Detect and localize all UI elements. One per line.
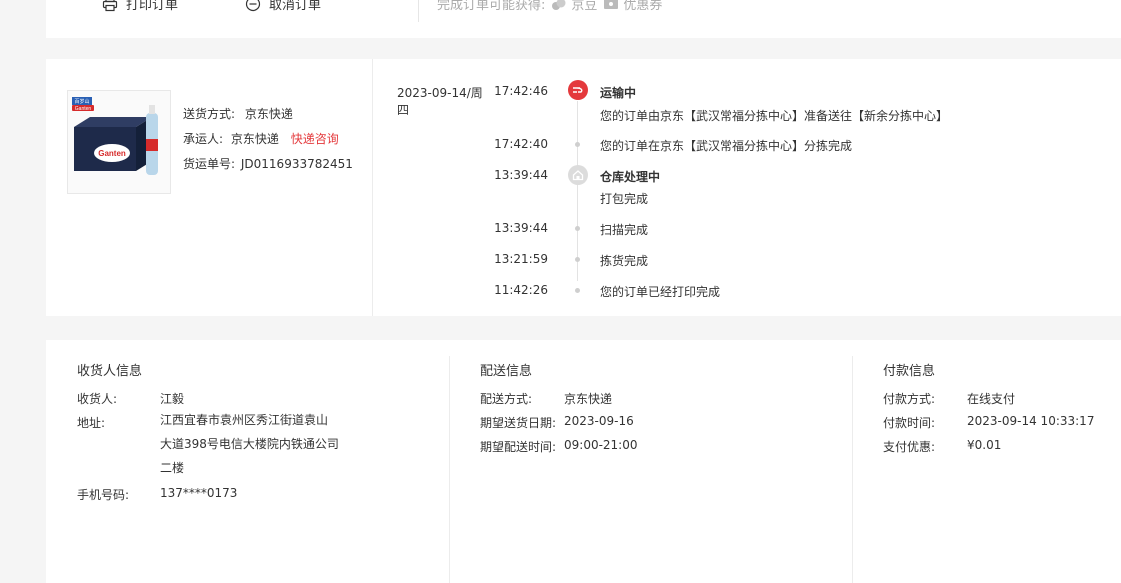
carrier-value: 京东快递	[230, 132, 279, 146]
carrier-row: 承运人: 京东快递 快递咨询	[183, 130, 339, 147]
print-order-label: 打印订单	[126, 0, 179, 13]
delivery-method-label: 配送方式:	[480, 392, 533, 406]
jingdou-icon	[552, 0, 566, 10]
rewards-info: 完成订单可能获得: 京豆 优惠券	[437, 0, 662, 13]
express-consult-link[interactable]: 快递咨询	[291, 132, 339, 146]
phone-label: 手机号码:	[77, 488, 130, 502]
tracking-time: 13:39:44	[494, 221, 548, 235]
print-order-button[interactable]: 打印订单	[102, 0, 178, 13]
printer-icon	[102, 0, 118, 12]
receiver-section-title: 收货人信息	[77, 364, 143, 379]
tracking-event-desc: 打包完成	[600, 192, 649, 206]
timeline-line	[577, 101, 578, 281]
tracking-time: 17:42:40	[494, 137, 548, 151]
product-brand: 百岁山	[74, 98, 89, 105]
logistics-divider	[372, 59, 373, 316]
payment-time-label: 付款时间:	[883, 416, 936, 430]
tracking-status-title: 仓库处理中	[600, 170, 661, 184]
address-line: 二楼	[160, 461, 185, 475]
delivery-date-value: 2023-09-16	[564, 414, 634, 428]
tracking-number-row: 货运单号: JD0116933782451	[183, 155, 353, 172]
minus-circle-icon	[245, 0, 261, 12]
receiver-name-label: 收货人:	[77, 392, 118, 406]
divider	[418, 0, 419, 22]
rewards-label: 完成订单可能获得:	[437, 0, 546, 13]
phone-value: 137****0173	[160, 486, 238, 500]
carrier-label: 承运人:	[183, 132, 224, 146]
cancel-order-label: 取消订单	[269, 0, 322, 13]
tracking-number-label: 货运单号:	[183, 157, 236, 171]
address-label: 地址:	[77, 416, 106, 430]
payment-section-title: 付款信息	[883, 364, 936, 379]
product-brand-latin-logo: Ganten	[75, 106, 92, 112]
address-line: 大道398号电信大楼院内铁通公司	[160, 437, 339, 451]
tracking-time: 17:42:46	[494, 84, 548, 98]
logistics-card: Ganten 百岁山 Ganten 送货方式: 京东快递 承运人: 京东快递 快…	[46, 59, 1121, 316]
timeline-dot	[575, 257, 580, 262]
address-value: 江西宜春市袁州区秀江街道袁山 大道398号电信大楼院内铁通公司 二楼	[160, 408, 339, 480]
receiver-name-value: 江毅	[160, 392, 185, 406]
coupon-label: 优惠券	[623, 0, 663, 13]
payment-method-label: 付款方式:	[883, 392, 936, 406]
tracking-event-desc: 您的订单由京东【武汉常福分拣中心】准备送往【新余分拣中心】	[600, 109, 949, 123]
product-image[interactable]: Ganten 百岁山 Ganten	[67, 90, 171, 194]
delivery-date-label: 期望送货日期:	[480, 416, 557, 430]
tracking-event-desc: 扫描完成	[600, 223, 649, 237]
timeline-dot	[575, 226, 580, 231]
timeline-dot	[575, 288, 580, 293]
info-divider	[449, 356, 450, 583]
jingdou-reward: 京豆	[551, 0, 597, 13]
timeline-dot	[575, 142, 580, 147]
tracking-time: 13:21:59	[494, 252, 548, 266]
payment-time-value: 2023-09-14 10:33:17	[967, 414, 1095, 428]
tracking-event-desc: 您的订单在京东【武汉常福分拣中心】分拣完成	[600, 139, 853, 153]
shipping-method-row: 送货方式: 京东快递	[183, 105, 293, 122]
truck-icon	[568, 80, 588, 100]
delivery-section-title: 配送信息	[480, 364, 533, 379]
payment-method-value: 在线支付	[967, 392, 1016, 406]
tracking-event-desc: 您的订单已经打印完成	[600, 285, 721, 299]
tracking-time: 11:42:26	[494, 283, 548, 297]
order-actions-bar: 打印订单 取消订单 完成订单可能获得: 京豆 优惠券	[46, 0, 1121, 44]
order-info-card: 收货人信息 收货人: 江毅 地址: 江西宜春市袁州区秀江街道袁山 大道398号电…	[46, 340, 1121, 583]
delivery-time-value: 09:00-21:00	[564, 438, 638, 452]
info-divider	[852, 356, 853, 583]
tracking-date: 2023-09-14/周四	[397, 86, 483, 117]
coupon-reward: 优惠券	[603, 0, 662, 13]
delivery-time-label: 期望配送时间:	[480, 440, 557, 454]
cancel-order-button[interactable]: 取消订单	[245, 0, 321, 13]
payment-discount-value: ¥0.01	[967, 438, 1002, 452]
tracking-time: 13:39:44	[494, 168, 548, 182]
coupon-icon	[604, 0, 619, 9]
tracking-event-desc: 拣货完成	[600, 254, 649, 268]
address-line: 江西宜春市袁州区秀江街道袁山	[160, 413, 329, 427]
product-brand-latin: Ganten	[98, 149, 126, 158]
shipping-method-label: 送货方式:	[183, 107, 236, 121]
tracking-status-title: 运输中	[600, 86, 637, 100]
jingdou-label: 京豆	[571, 0, 598, 13]
shipping-method-value: 京东快递	[244, 107, 293, 121]
zigzag-edge	[46, 36, 1121, 44]
tracking-number-value: JD0116933782451	[240, 157, 353, 171]
delivery-method-value: 京东快递	[564, 392, 613, 406]
warehouse-icon	[568, 165, 588, 185]
payment-discount-label: 支付优惠:	[883, 440, 936, 454]
